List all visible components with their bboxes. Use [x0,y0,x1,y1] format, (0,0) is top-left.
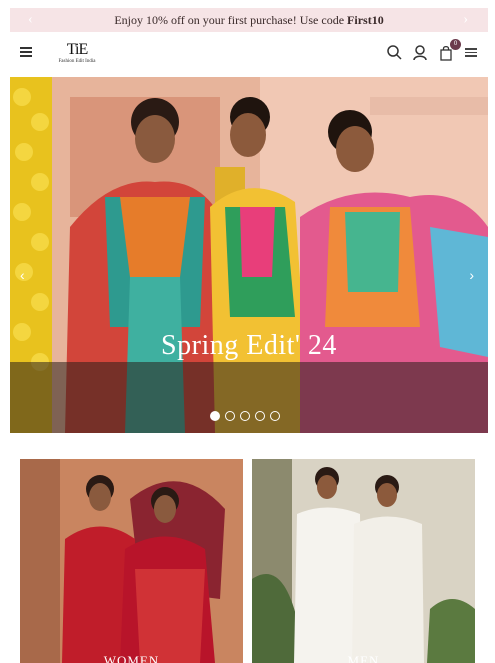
hero-banner[interactable]: Spring Edit' 24 ‹ › [10,77,488,433]
hero-image [10,77,488,433]
men-category-image [252,459,475,663]
women-category-image [20,459,243,663]
promo-code: First10 [347,12,384,27]
brand-logo[interactable]: TiE Fashion Edit India [52,42,102,70]
carousel-dot[interactable] [210,411,220,421]
carousel-dot[interactable] [270,411,280,421]
carousel-dot[interactable] [255,411,265,421]
category-label-men: MEN [347,653,380,663]
hero-prev-arrow[interactable]: ‹ [20,267,25,283]
hero-title: Spring Edit' 24 [161,330,337,361]
category-label-women: WOMEN [103,653,160,663]
logo-mark: TiE [66,41,88,58]
carousel-dots [210,411,280,421]
bag-count-badge: 0 [450,39,461,50]
account-icon[interactable] [412,44,428,62]
promo-bar: ‹ Enjoy 10% off on your first purchase! … [10,8,488,32]
promo-prev-arrow[interactable]: ‹ [28,11,33,29]
carousel-dot[interactable] [225,411,235,421]
carousel-dot[interactable] [240,411,250,421]
search-icon[interactable] [386,44,402,62]
more-menu-icon[interactable] [465,48,477,58]
logo-subtitle: Fashion Edit India [58,59,96,64]
site-header: TiE Fashion Edit India 0 [10,32,488,76]
mobile-page: ‹ Enjoy 10% off on your first purchase! … [0,0,495,663]
category-card-men[interactable]: MEN [252,459,475,663]
hero-next-arrow[interactable]: › [469,267,474,283]
promo-text: Enjoy 10% off on your first purchase! Us… [114,12,345,27]
category-card-women[interactable]: WOMEN [20,459,243,663]
hamburger-menu-icon[interactable] [20,47,32,57]
promo-next-arrow[interactable]: › [463,11,468,29]
